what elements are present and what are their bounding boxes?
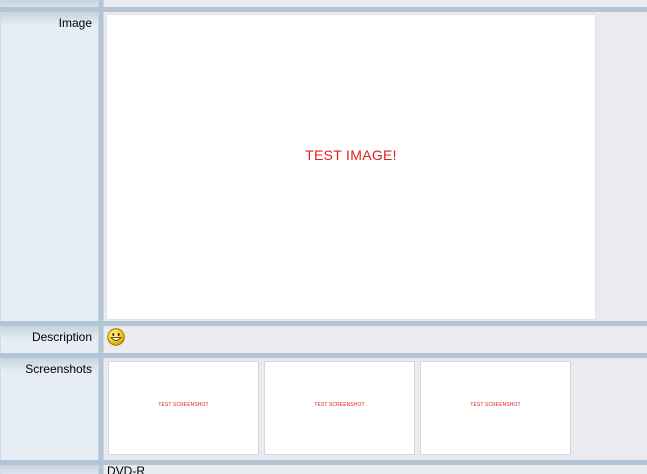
screenshot-text: TEST SCREENSHOT <box>470 402 521 408</box>
screenshot-thumbnail[interactable]: TEST SCREENSHOT <box>420 361 571 455</box>
screenshots-row: Screenshots TEST SCREENSHOT TEST SCREENS… <box>0 358 647 460</box>
image-label: Image <box>58 16 92 30</box>
image-value-cell: TEST IMAGE! <box>103 12 647 321</box>
description-label: Description <box>31 330 92 344</box>
top-row <box>0 0 647 7</box>
image-label-cell: Image <box>0 12 99 321</box>
top-row-value-cell <box>103 0 647 7</box>
description-label-cell: Description <box>0 326 99 353</box>
screenshot-text: TEST SCREENSHOT <box>158 402 209 408</box>
screenshot-thumbnail[interactable]: TEST SCREENSHOT <box>108 361 259 455</box>
smiley-face-icon <box>107 328 125 346</box>
format-row: DVD-R <box>0 465 647 474</box>
description-row: Description <box>0 326 647 353</box>
format-label-cell <box>0 465 99 474</box>
image-row: Image TEST IMAGE! <box>0 12 647 321</box>
screenshots-value-cell: TEST SCREENSHOT TEST SCREENSHOT TEST SCR… <box>103 358 647 460</box>
details-table: Image TEST IMAGE! Description Screenshot… <box>0 0 647 474</box>
description-value-cell <box>103 326 647 353</box>
screenshots-label: Screenshots <box>25 362 92 376</box>
format-value: DVD-R <box>107 465 145 474</box>
screenshot-text: TEST SCREENSHOT <box>314 402 365 408</box>
screenshot-thumbnail[interactable]: TEST SCREENSHOT <box>264 361 415 455</box>
main-image-text: TEST IMAGE! <box>305 147 397 163</box>
screenshot-list: TEST SCREENSHOT TEST SCREENSHOT TEST SCR… <box>108 361 571 457</box>
format-value-cell: DVD-R <box>103 465 647 474</box>
screenshots-label-cell: Screenshots <box>0 358 99 460</box>
top-row-label-cell <box>0 0 99 7</box>
main-image[interactable]: TEST IMAGE! <box>106 14 596 320</box>
